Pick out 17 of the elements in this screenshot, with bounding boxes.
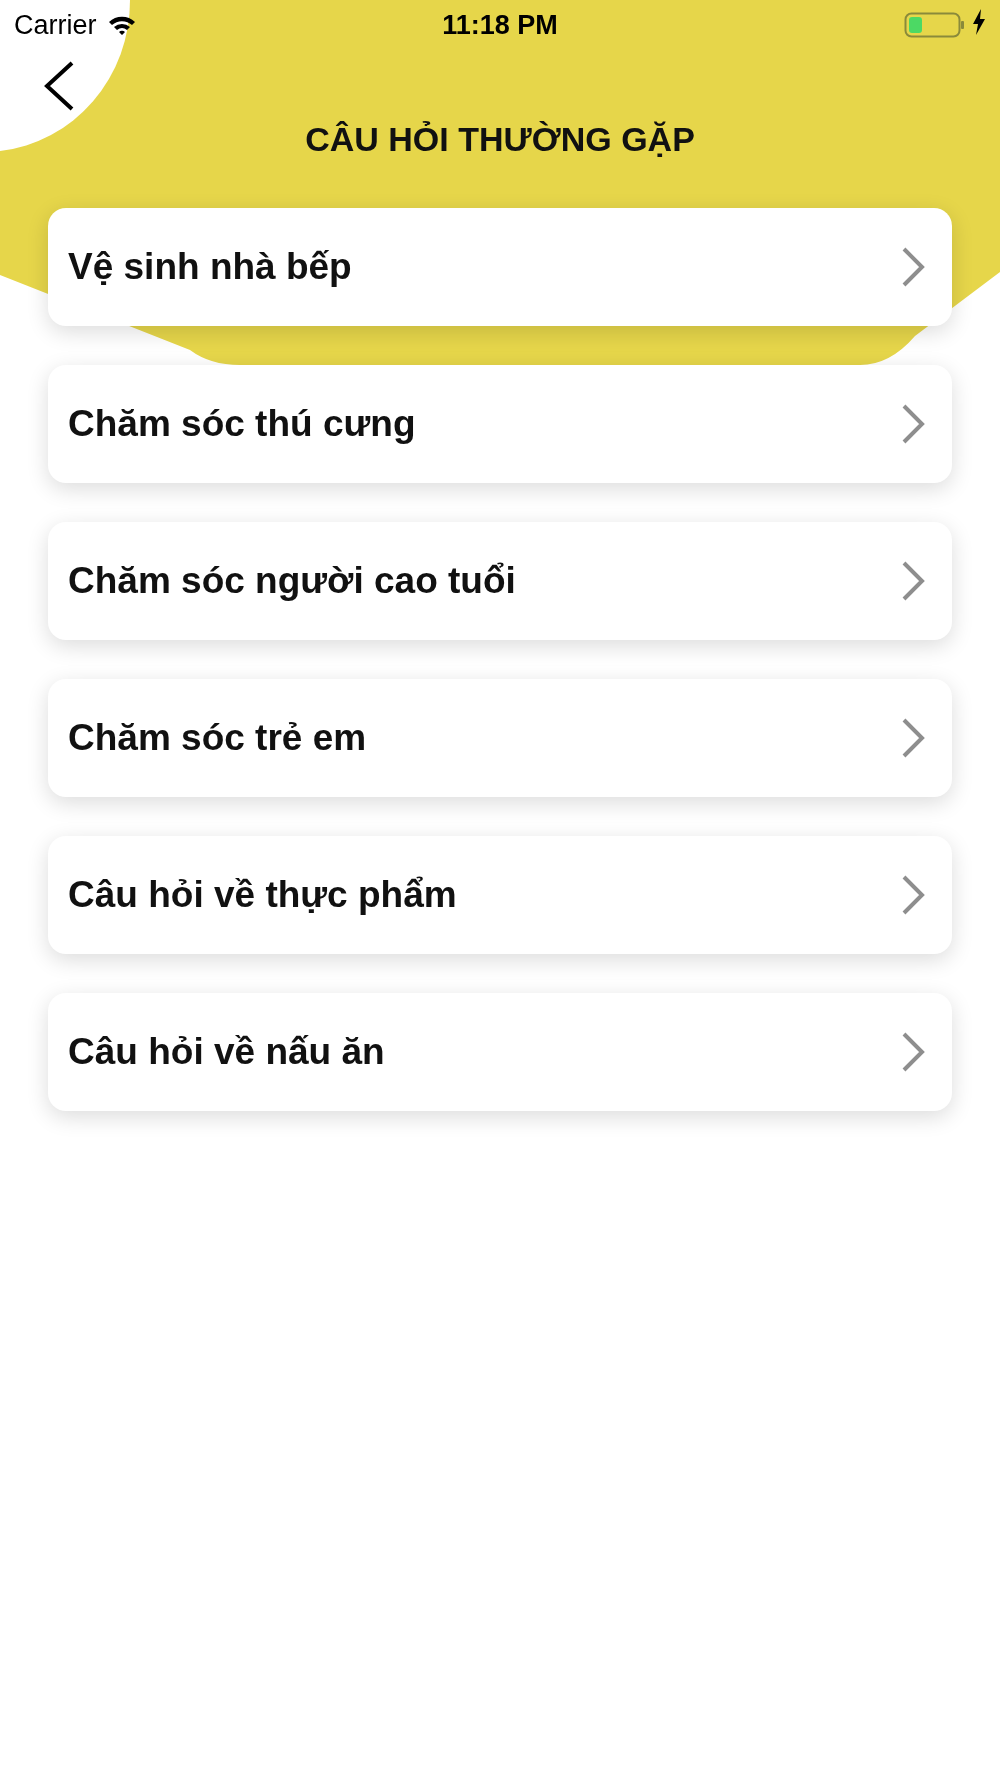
chevron-right-icon	[900, 403, 926, 445]
topic-item[interactable]: Chăm sóc trẻ em	[48, 679, 952, 797]
battery-icon	[904, 11, 966, 39]
chevron-right-icon	[900, 560, 926, 602]
page-title: CÂU HỎI THƯỜNG GẶP	[305, 120, 695, 159]
topic-item[interactable]: Chăm sóc thú cưng	[48, 365, 952, 483]
carrier-name: Carrier	[14, 9, 97, 41]
chevron-right-icon	[900, 1031, 926, 1073]
topic-item[interactable]: Câu hỏi về nấu ăn	[48, 993, 952, 1111]
chevron-right-icon	[900, 717, 926, 759]
topic-item[interactable]: Vệ sinh nhà bếp	[48, 208, 952, 326]
chevron-right-icon	[900, 874, 926, 916]
topic-item[interactable]: Câu hỏi về thực phẩm	[48, 836, 952, 954]
status-time: 11:18 PM	[442, 9, 558, 40]
topic-item[interactable]: Chăm sóc người cao tuổi	[48, 522, 952, 640]
chevron-right-icon	[900, 246, 926, 288]
back-icon	[42, 60, 76, 112]
